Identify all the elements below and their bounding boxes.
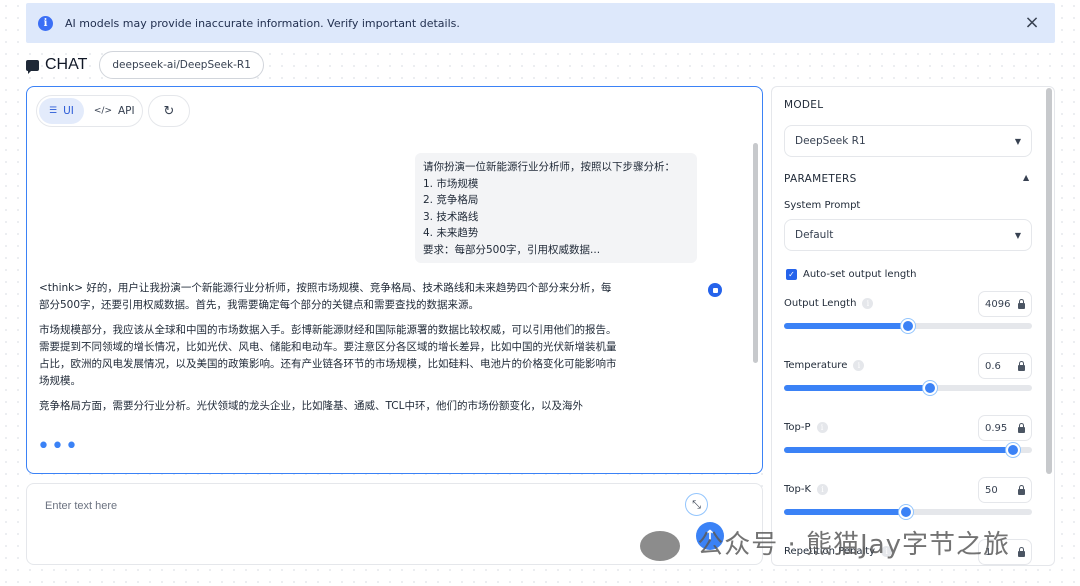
lock-icon <box>1018 422 1025 433</box>
enhance-prompt-button[interactable]: ⤡ <box>685 493 708 516</box>
param-label: Top-P i <box>784 422 828 433</box>
chat-icon <box>26 59 39 74</box>
typing-indicator: ••• <box>37 434 79 459</box>
chat-scrollbar[interactable] <box>753 143 758 363</box>
slider-fill <box>784 447 1014 453</box>
stop-generation-button[interactable] <box>708 283 722 297</box>
lock-icon <box>1018 298 1025 309</box>
param-label-text: Output Length <box>784 298 857 309</box>
param-value-box[interactable]: 50 <box>978 477 1032 503</box>
info-icon[interactable]: i <box>817 484 829 495</box>
code-icon: </> <box>93 106 112 116</box>
system-prompt-select[interactable]: Default ▼ <box>784 219 1032 251</box>
param-slider[interactable] <box>784 319 1032 333</box>
assistant-paragraph: 竞争格局方面，需要分行业分析。光伏领域的龙头企业，比如隆基、通威、TCL中环，他… <box>39 400 583 412</box>
watermark-text: 公众号 · 熊猫Jay字节之旅 <box>697 530 1011 560</box>
page-title: CHAT <box>45 56 88 73</box>
slider-fill <box>784 323 908 329</box>
param-label: Top-K i <box>784 484 829 495</box>
panel-scrollbar[interactable] <box>1046 88 1052 474</box>
chevron-down-icon: ▼ <box>1014 230 1021 240</box>
info-banner: i AI models may provide inaccurate infor… <box>26 3 1055 43</box>
assistant-paragraph: <think> 好的，用户让我扮演一个新能源行业分析师，按照市场规模、竞争格局、… <box>39 282 612 311</box>
param-label: Output Length i <box>784 298 874 309</box>
info-icon[interactable]: i <box>853 360 865 371</box>
slider-thumb[interactable] <box>923 381 938 395</box>
slider-thumb[interactable] <box>898 505 913 519</box>
banner-text: AI models may provide inaccurate informa… <box>65 16 460 30</box>
message-input[interactable] <box>45 496 645 516</box>
ui-tab[interactable]: ☰ UI <box>39 98 84 124</box>
param-label-text: Top-P <box>784 422 811 433</box>
param-slider[interactable] <box>784 443 1032 457</box>
magic-wand-icon: ⤡ <box>692 497 701 511</box>
view-toggle: ☰ UI </> API <box>36 95 143 127</box>
param-label-text: Top-K <box>784 484 812 495</box>
user-message-line: 2. 竞争格局 <box>423 194 479 206</box>
assistant-message: <think> 好的，用户让我扮演一个新能源行业分析师，按照市场规模、竞争格局、… <box>39 280 619 423</box>
info-icon[interactable]: i <box>862 298 874 309</box>
user-message-line: 3. 技术路线 <box>423 210 479 223</box>
system-prompt-label: System Prompt <box>784 200 861 211</box>
refresh-button[interactable]: ↻ <box>148 95 190 127</box>
user-message: 请你扮演一位新能源行业分析师，按照以下步骤分析： 1. 市场规模 2. 竞争格局… <box>415 153 697 263</box>
param-value: 50 <box>985 484 998 496</box>
chat-window: ☰ UI </> API ↻ 请你扮演一位新能源行业分析师，按照以下步骤分析： … <box>26 86 763 474</box>
refresh-icon: ↻ <box>163 103 175 119</box>
sliders-icon: ☰ <box>49 106 58 116</box>
user-message-line: 请你扮演一位新能源行业分析师，按照以下步骤分析： <box>423 161 675 173</box>
param-value-box[interactable]: 0.95 <box>978 415 1032 441</box>
ui-tab-label: UI <box>63 105 74 117</box>
param-value-box[interactable]: 4096 <box>978 291 1032 317</box>
param-value: 0.6 <box>985 360 1001 372</box>
slider-thumb[interactable] <box>901 319 915 333</box>
chat-header: CHAT deepseek-ai/DeepSeek-R1 <box>26 50 264 80</box>
lock-icon <box>1018 360 1025 371</box>
api-tab[interactable]: </> API <box>84 98 145 124</box>
param-slider[interactable] <box>784 505 1032 519</box>
slider-thumb[interactable] <box>1006 443 1021 457</box>
auto-set-output-length[interactable]: ✓ Auto-set output length <box>786 269 917 280</box>
parameters-section-title: PARAMETERS <box>784 173 857 185</box>
info-icon[interactable]: i <box>816 422 828 433</box>
close-icon[interactable]: × <box>1023 14 1041 32</box>
user-message-line: 4. 未来趋势 <box>423 227 479 239</box>
user-message-line: 要求：每部分500字，引用权威数据... <box>423 243 601 256</box>
param-value: 0.95 <box>985 422 1008 434</box>
model-select-value: DeepSeek R1 <box>795 135 866 147</box>
api-tab-label: API <box>118 105 135 117</box>
slider-fill <box>784 385 931 391</box>
chevron-up-icon[interactable]: ▲ <box>1023 173 1029 182</box>
settings-panel: MODEL DeepSeek R1 ▼ PARAMETERS ▲ System … <box>771 86 1055 566</box>
param-slider[interactable] <box>784 381 1032 395</box>
system-prompt-value: Default <box>795 229 834 241</box>
checkbox-checked[interactable]: ✓ <box>786 269 797 280</box>
model-pill[interactable]: deepseek-ai/DeepSeek-R1 <box>99 51 264 79</box>
param-value-box[interactable]: 0.6 <box>978 353 1032 379</box>
watermark: 公众号 · 熊猫Jay字节之旅 <box>640 524 1010 561</box>
chevron-down-icon: ▼ <box>1014 136 1021 146</box>
param-label-text: Temperature <box>784 360 848 371</box>
assistant-paragraph: 市场规模部分，我应该从全球和中国的市场数据入手。彭博新能源财经和国际能源署的数据… <box>39 324 617 387</box>
slider-fill <box>784 509 906 515</box>
lock-icon <box>1018 484 1025 495</box>
auto-set-label: Auto-set output length <box>803 269 917 280</box>
model-section-title: MODEL <box>784 99 824 111</box>
wechat-icon <box>640 530 680 561</box>
param-value: 4096 <box>985 298 1011 310</box>
lock-icon <box>1018 546 1025 557</box>
user-message-line: 1. 市场规模 <box>423 177 479 190</box>
param-label: Temperature i <box>784 360 865 371</box>
model-select[interactable]: DeepSeek R1 ▼ <box>784 125 1032 157</box>
info-icon: i <box>38 15 53 31</box>
